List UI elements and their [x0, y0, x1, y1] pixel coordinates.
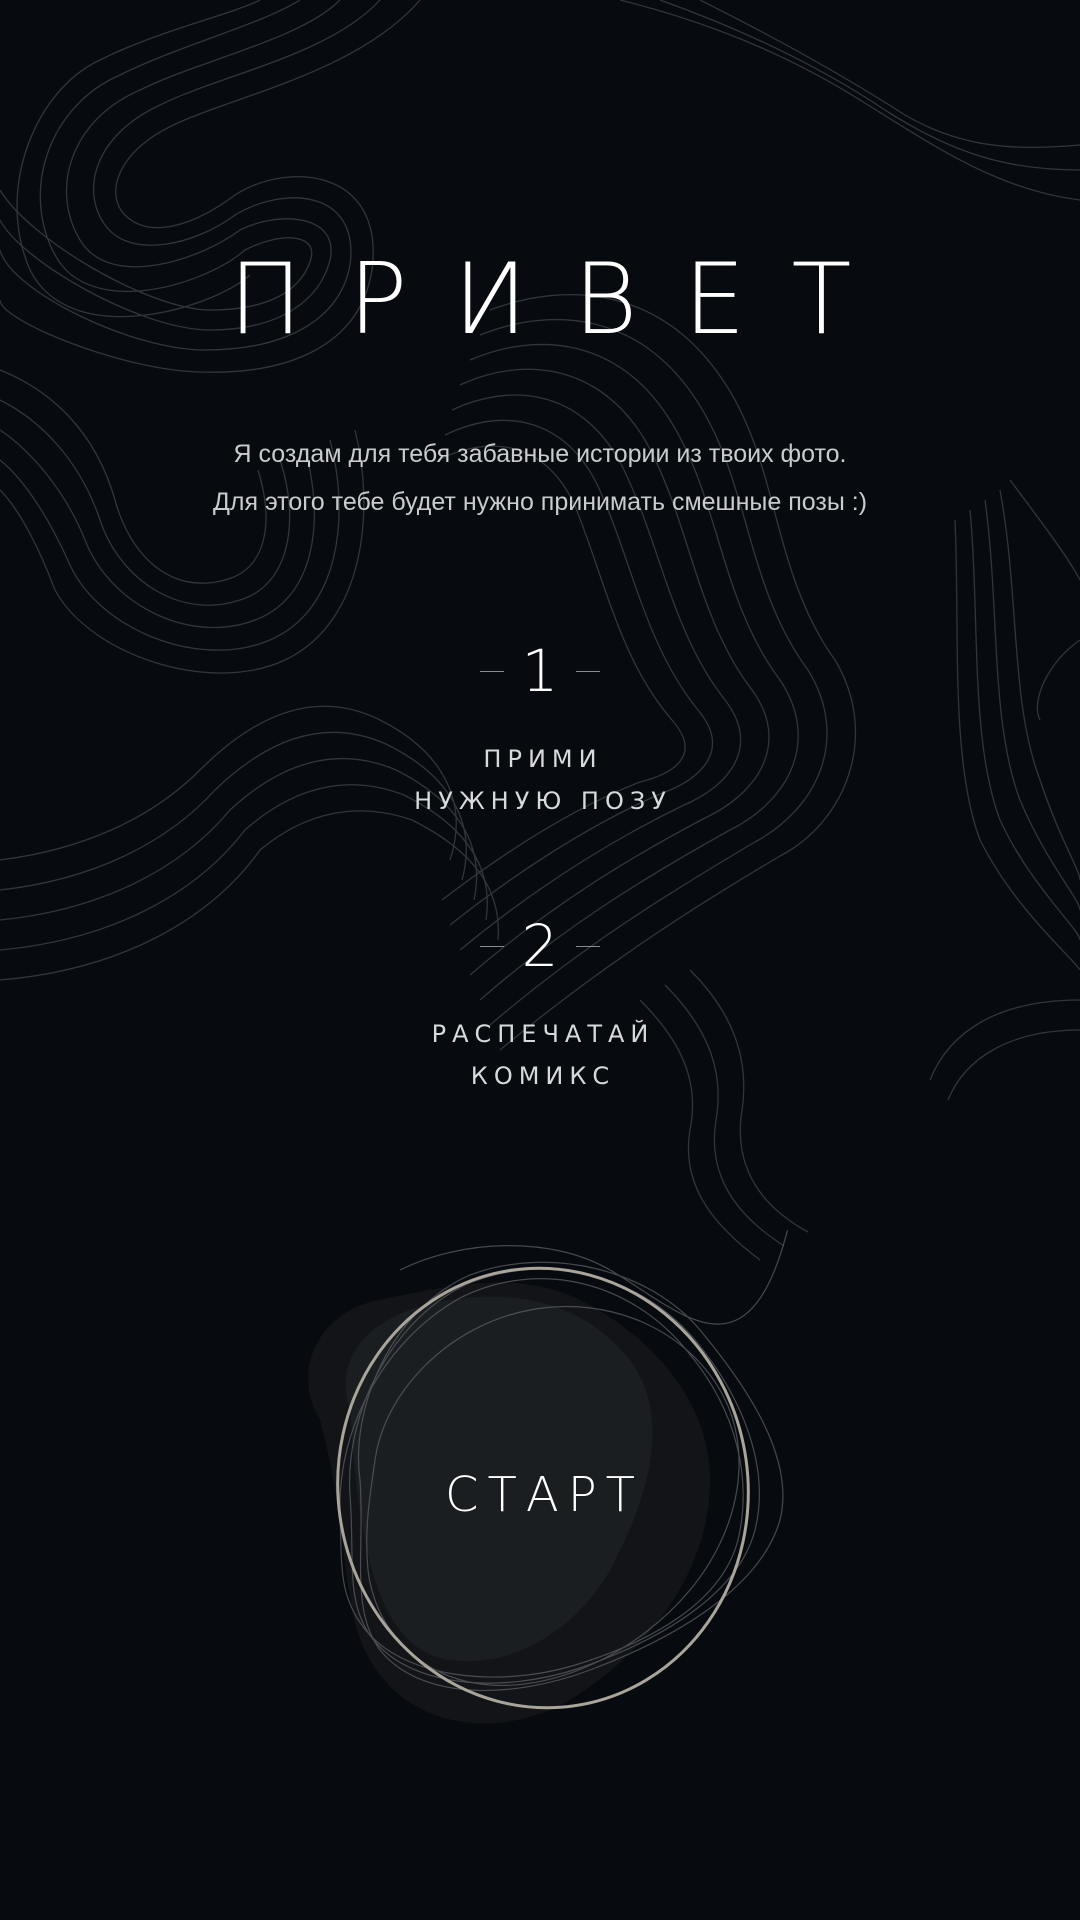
- step-1-line-2: НУЖНУЮ ПОЗУ: [414, 787, 672, 815]
- step-2-line-2: КОМИКС: [470, 1062, 616, 1090]
- intro-line-1: Я создам для тебя забавные истории из тв…: [233, 440, 847, 468]
- start-button[interactable]: СТАРТ: [290, 1230, 790, 1750]
- step-2: 2 РАСПЕЧАТАЙ КОМИКС: [0, 911, 1080, 1097]
- step-1-number-row: 1: [0, 636, 1080, 706]
- step-1-number: 1: [521, 637, 559, 705]
- step-1: 1 ПРИМИ НУЖНУЮ ПОЗУ: [0, 636, 1080, 822]
- dash-right-icon: [576, 945, 601, 947]
- step-2-text: РАСПЕЧАТАЙ КОМИКС: [0, 1013, 1080, 1097]
- dash-left-icon: [479, 670, 504, 672]
- intro-line-2: Для этого тебе будет нужно принимать сме…: [212, 488, 868, 516]
- dash-left-icon: [479, 945, 504, 947]
- start-button-label[interactable]: СТАРТ: [290, 1465, 790, 1525]
- intro-text: Я создам для тебя забавные истории из тв…: [0, 430, 1080, 526]
- step-1-line-1: ПРИМИ: [483, 745, 603, 773]
- dash-right-icon: [576, 670, 601, 672]
- step-2-line-1: РАСПЕЧАТАЙ: [431, 1020, 655, 1048]
- step-2-number: 2: [521, 912, 559, 980]
- greeting-title: ПРИВЕТ: [228, 243, 898, 357]
- step-1-text: ПРИМИ НУЖНУЮ ПОЗУ: [0, 738, 1080, 822]
- step-2-number-row: 2: [0, 911, 1080, 981]
